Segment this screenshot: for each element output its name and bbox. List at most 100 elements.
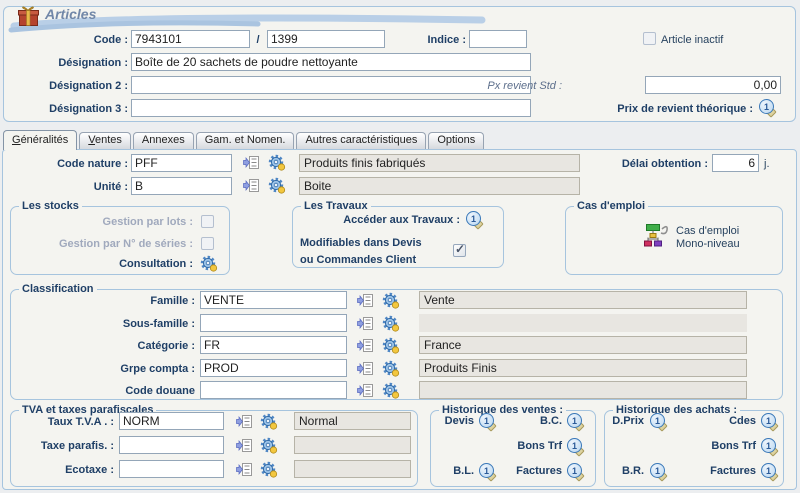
- gear-icon[interactable]: [382, 315, 400, 332]
- group-cas-emploi: Cas d'emploi: [565, 200, 783, 275]
- bons-trf-ventes-label: Bons Trf: [498, 440, 562, 452]
- modifiables-line2-label: ou Commandes Client: [300, 254, 416, 266]
- gear-icon[interactable]: [200, 255, 218, 272]
- zoom-icon[interactable]: 1: [650, 463, 668, 480]
- pick-list-icon[interactable]: [243, 179, 259, 192]
- article-inactif-label: Article inactif: [661, 34, 723, 46]
- factures-achats-label: Factures: [688, 465, 756, 477]
- zoom-icon[interactable]: 1: [466, 211, 484, 228]
- code-label: Code :: [20, 34, 128, 46]
- article-inactif-checkbox: [643, 32, 656, 45]
- unite-input[interactable]: [131, 177, 232, 195]
- indice-input[interactable]: [469, 30, 527, 48]
- zoom-icon[interactable]: 1: [567, 438, 585, 455]
- code-nature-input[interactable]: [131, 154, 232, 172]
- code-nature-display: Produits finis fabriqués: [299, 154, 580, 172]
- tab-annexes[interactable]: Annexes: [133, 132, 194, 149]
- famille-display: Vente: [419, 291, 747, 309]
- categorie-display: France: [419, 336, 747, 354]
- gear-icon[interactable]: [260, 461, 278, 478]
- gear-icon[interactable]: [382, 292, 400, 309]
- grpe-compta-display: Produits Finis: [419, 359, 747, 377]
- prix-revient-theorique-label: Prix de revient théorique :: [555, 103, 753, 115]
- zoom-icon[interactable]: 1: [650, 413, 668, 430]
- tab-autres-caracteristiques[interactable]: Autres caractéristiques: [296, 132, 426, 149]
- cdes-label: Cdes: [688, 415, 756, 427]
- famille-input[interactable]: [200, 291, 347, 309]
- sous-famille-input[interactable]: [200, 314, 347, 332]
- pick-list-icon[interactable]: [357, 362, 373, 375]
- delai-obtention-label: Délai obtention :: [598, 158, 708, 170]
- code-separator: /: [253, 34, 263, 46]
- code-douane-input[interactable]: [200, 381, 347, 399]
- designation2-label: Désignation 2 :: [15, 80, 128, 92]
- gestion-par-series-checkbox: [201, 237, 214, 250]
- zoom-icon[interactable]: 1: [761, 438, 779, 455]
- categorie-input[interactable]: [200, 336, 347, 354]
- ecotaxe-label: Ecotaxe :: [8, 464, 114, 476]
- pick-list-icon[interactable]: [357, 339, 373, 352]
- zoom-icon[interactable]: 1: [479, 413, 497, 430]
- designation-input[interactable]: [131, 53, 531, 71]
- taux-tva-input[interactable]: [119, 412, 224, 430]
- zoom-icon[interactable]: 1: [479, 463, 497, 480]
- consultation-label: Consultation :: [38, 258, 193, 270]
- tab-options[interactable]: Options: [428, 132, 484, 149]
- unite-display: Boite: [299, 177, 580, 195]
- modifiables-checkbox[interactable]: ✓: [453, 244, 466, 257]
- devis-label: Devis: [436, 415, 474, 427]
- gear-icon[interactable]: [382, 337, 400, 354]
- ecotaxe-input[interactable]: [119, 460, 224, 478]
- indice-label: Indice :: [408, 34, 466, 46]
- designation3-input[interactable]: [131, 99, 531, 117]
- gear-icon[interactable]: [382, 360, 400, 377]
- categorie-label: Catégorie :: [40, 340, 195, 352]
- zoom-icon[interactable]: 1: [567, 463, 585, 480]
- pick-list-icon[interactable]: [236, 439, 252, 452]
- zoom-icon[interactable]: 1: [567, 413, 585, 430]
- code-douane-label: Code douane: [40, 385, 195, 397]
- px-revient-std-input[interactable]: [645, 76, 781, 94]
- grpe-compta-label: Grpe compta :: [40, 363, 195, 375]
- tab-generalites[interactable]: Généralités: [3, 130, 77, 150]
- page-title: Articles: [45, 6, 96, 22]
- tab-ventes[interactable]: Ventes: [79, 132, 131, 149]
- px-revient-std-label: Px revient Std :: [430, 80, 562, 92]
- group-les-stocks-title: Les stocks: [19, 200, 82, 212]
- grpe-compta-input[interactable]: [200, 359, 347, 377]
- tab-gam-et-nomen[interactable]: Gam. et Nomen.: [196, 132, 295, 149]
- gear-icon[interactable]: [260, 413, 278, 430]
- code-nature-label: Code nature :: [20, 158, 128, 170]
- pick-list-icon[interactable]: [357, 317, 373, 330]
- famille-label: Famille :: [40, 295, 195, 307]
- code-input[interactable]: [131, 30, 250, 48]
- delai-unit-label: j.: [764, 158, 770, 170]
- pick-list-icon[interactable]: [357, 384, 373, 397]
- gear-icon[interactable]: [382, 382, 400, 399]
- sous-famille-display: [419, 314, 747, 332]
- pick-list-icon[interactable]: [236, 463, 252, 476]
- gear-icon[interactable]: [260, 437, 278, 454]
- articles-window: Articles Code : / Indice : Article inact…: [0, 0, 800, 493]
- bl-label: B.L.: [436, 465, 474, 477]
- gestion-par-lots-label: Gestion par lots :: [38, 216, 193, 228]
- pick-list-icon[interactable]: [236, 415, 252, 428]
- zoom-icon[interactable]: 1: [761, 413, 779, 430]
- bc-label: B.C.: [498, 415, 562, 427]
- taxe-parafis-input[interactable]: [119, 436, 224, 454]
- zoom-icon[interactable]: 1: [759, 99, 777, 116]
- zoom-icon[interactable]: 1: [761, 463, 779, 480]
- gear-icon[interactable]: [268, 177, 286, 194]
- hierarchy-icon[interactable]: [643, 222, 671, 248]
- group-cas-emploi-title: Cas d'emploi: [574, 200, 648, 212]
- taxe-parafis-label: Taxe parafis. :: [8, 440, 114, 452]
- taux-tva-display: Normal: [294, 412, 411, 430]
- pick-list-icon[interactable]: [243, 156, 259, 169]
- group-les-travaux-title: Les Travaux: [301, 200, 371, 212]
- pick-list-icon[interactable]: [357, 294, 373, 307]
- cas-emploi-line2: Mono-niveau: [676, 238, 740, 250]
- bons-trf-achats-label: Bons Trf: [688, 440, 756, 452]
- gear-icon[interactable]: [268, 154, 286, 171]
- delai-obtention-input[interactable]: [712, 154, 759, 172]
- code-index-input[interactable]: [267, 30, 385, 48]
